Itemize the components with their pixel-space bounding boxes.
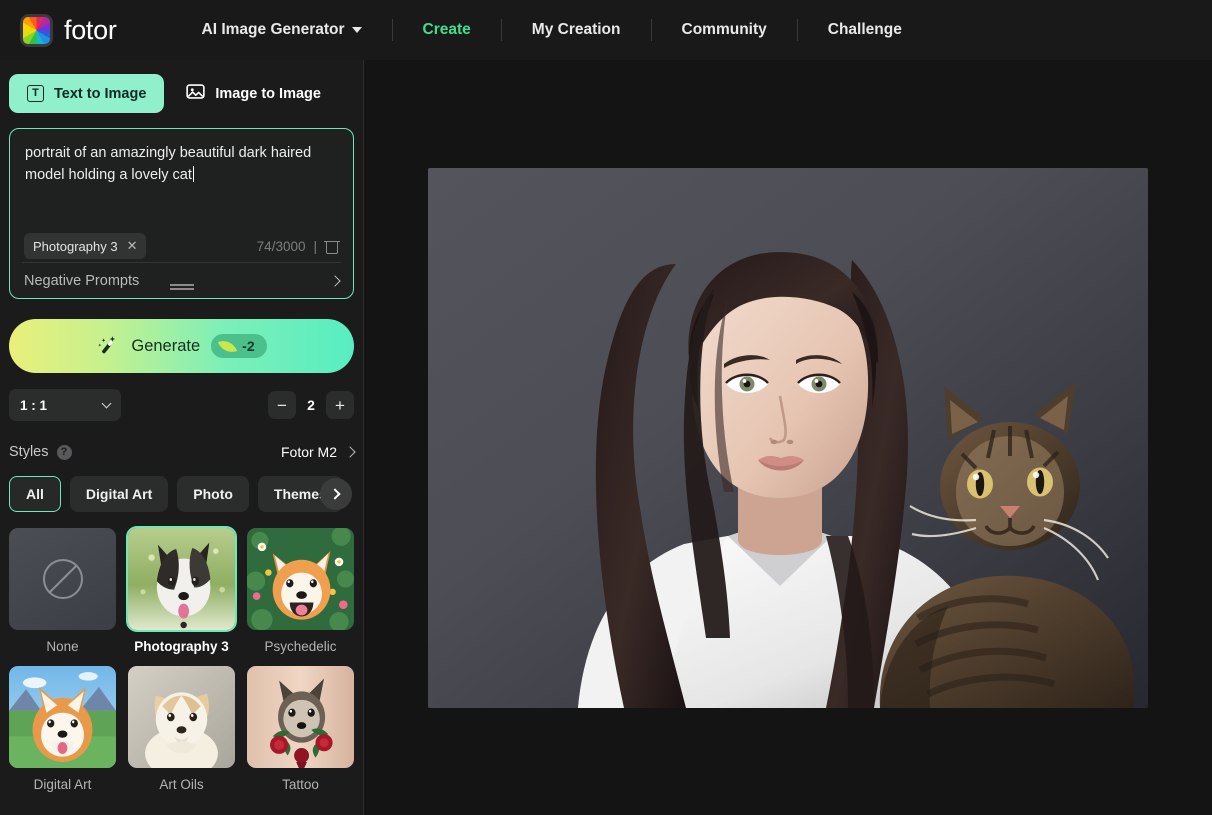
brand-logo[interactable]: fotor (20, 13, 117, 47)
category-next-button[interactable] (320, 478, 352, 510)
question-mark-icon[interactable]: ? (56, 444, 72, 460)
style-thumbnail (9, 666, 116, 768)
decrement-button[interactable]: − (268, 391, 296, 419)
no-style-icon (42, 559, 83, 599)
style-grid: None Photography 3 Psychedelic Digital A… (9, 528, 354, 792)
nav-dropdown-ai-image-generator[interactable]: AI Image Generator (172, 21, 392, 39)
style-category-row: All Digital Art Photo Themes (9, 476, 354, 512)
image-count-value: 2 (307, 397, 315, 413)
chevron-right-icon (329, 274, 341, 287)
style-thumbnail (128, 528, 235, 630)
tab-image-to-image-label: Image to Image (215, 85, 321, 102)
styles-section-header: Styles ? Fotor M2 (9, 441, 356, 463)
brand-name: fotor (64, 14, 117, 45)
prompt-meta-row: Photography 3 ✕ 74/3000 | (10, 233, 353, 259)
image-icon (186, 82, 206, 105)
style-label: Photography 3 (134, 639, 229, 654)
increment-button[interactable]: + (326, 391, 354, 419)
credit-cost-badge: -2 (211, 334, 267, 358)
generation-options-row: 1 : 1 − 2 + (9, 389, 354, 421)
generate-button[interactable]: Generate -2 (9, 319, 354, 373)
left-panel: T Text to Image Image to Image portrait … (0, 60, 364, 815)
resize-handle[interactable] (169, 284, 194, 292)
chevron-down-icon (351, 27, 362, 33)
result-canvas (364, 60, 1212, 815)
model-selector[interactable]: Fotor M2 (280, 444, 356, 460)
trash-icon[interactable] (324, 239, 340, 254)
category-chip-all[interactable]: All (9, 476, 61, 512)
style-thumbnail (247, 666, 354, 768)
style-card-art-oils[interactable]: Art Oils (128, 666, 235, 792)
negative-prompts-row[interactable]: Negative Prompts (10, 263, 353, 298)
counter-separator: | (313, 238, 317, 254)
style-card-none[interactable]: None (9, 528, 116, 654)
text-box-icon: T (27, 85, 44, 102)
chevron-right-icon (329, 488, 341, 500)
style-thumbnail (247, 528, 354, 630)
close-icon[interactable]: ✕ (127, 238, 138, 254)
nav-dropdown-label: AI Image Generator (201, 21, 345, 38)
style-thumbnail (9, 528, 116, 630)
prompt-textarea[interactable]: portrait of an amazingly beautiful dark … (10, 129, 353, 186)
nav-item-challenge[interactable]: Challenge (798, 21, 932, 39)
style-label: Psychedelic (264, 639, 337, 654)
portrait-illustration (428, 167, 1148, 708)
model-name: Fotor M2 (280, 444, 337, 460)
styles-title: Styles (9, 444, 49, 460)
category-chip-digital-art[interactable]: Digital Art (69, 476, 169, 512)
style-thumbnail (128, 666, 235, 768)
generated-image[interactable] (428, 167, 1148, 708)
applied-style-label: Photography 3 (33, 238, 118, 254)
chevron-right-icon (344, 446, 356, 458)
style-card-psychedelic[interactable]: Psychedelic (247, 528, 354, 654)
style-label: Digital Art (33, 777, 92, 792)
category-chip-photo[interactable]: Photo (177, 476, 249, 512)
image-count-stepper: − 2 + (268, 391, 354, 419)
generate-label: Generate (131, 336, 201, 355)
top-navigation-bar: fotor AI Image Generator Create My Creat… (0, 0, 1212, 60)
prompt-value: portrait of an amazingly beautiful dark … (25, 145, 312, 183)
nav-items: AI Image Generator Create My Creation Co… (172, 19, 932, 41)
applied-style-chip[interactable]: Photography 3 ✕ (24, 233, 147, 259)
negative-prompts-label: Negative Prompts (24, 272, 140, 289)
nav-item-community[interactable]: Community (652, 21, 797, 39)
aspect-ratio-value: 1 : 1 (20, 397, 48, 413)
magic-wand-icon (96, 334, 120, 358)
credit-cost-value: -2 (242, 338, 255, 354)
text-cursor (192, 166, 195, 182)
aspect-ratio-select[interactable]: 1 : 1 (9, 389, 121, 421)
tab-text-to-image[interactable]: T Text to Image (9, 74, 165, 113)
style-label: Art Oils (159, 777, 204, 792)
style-card-photography-3[interactable]: Photography 3 (128, 528, 235, 654)
nav-item-create[interactable]: Create (393, 21, 501, 39)
style-label: Tattoo (282, 777, 319, 792)
main-layout: T Text to Image Image to Image portrait … (0, 60, 1212, 815)
prompt-counter-group: 74/3000 | (256, 238, 340, 254)
leaf-icon (218, 336, 238, 356)
style-card-digital-art[interactable]: Digital Art (9, 666, 116, 792)
nav-item-my-creation[interactable]: My Creation (502, 21, 651, 39)
tab-image-to-image[interactable]: Image to Image (168, 74, 339, 113)
color-wheel-logo-icon (20, 13, 53, 47)
mode-tab-group: T Text to Image Image to Image (9, 74, 354, 113)
tab-text-to-image-label: Text to Image (54, 85, 147, 102)
style-card-tattoo[interactable]: Tattoo (247, 666, 354, 792)
chevron-down-icon (101, 398, 112, 409)
prompt-panel[interactable]: portrait of an amazingly beautiful dark … (9, 128, 354, 299)
style-label: None (46, 639, 79, 654)
char-counter: 74/3000 (256, 238, 306, 254)
